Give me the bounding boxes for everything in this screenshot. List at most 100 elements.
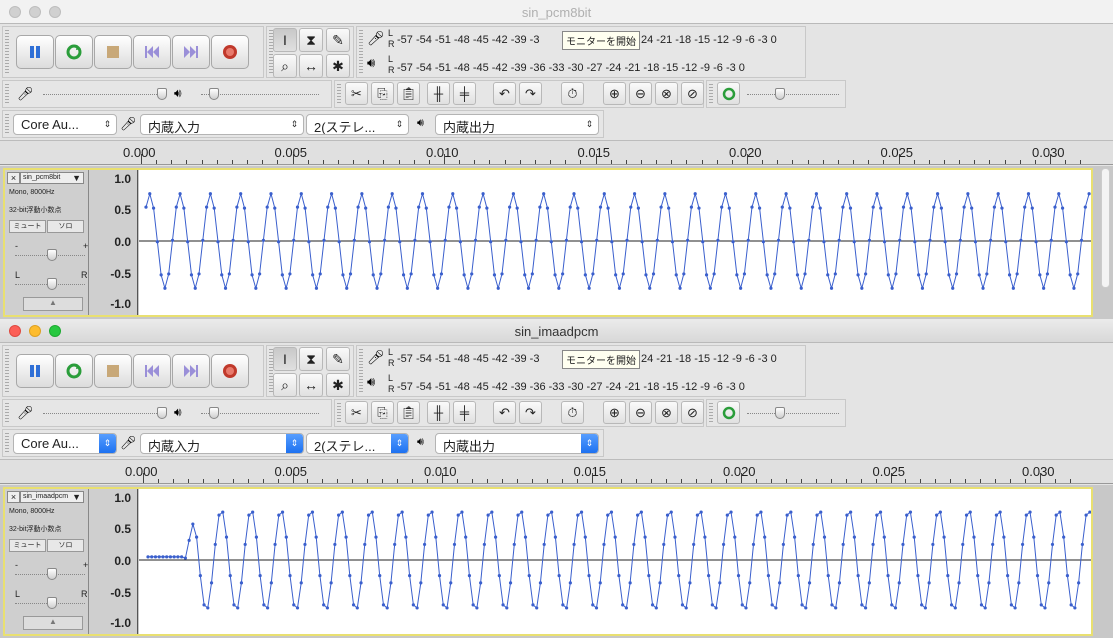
toolbar-grip[interactable] [709,84,713,104]
skip-to-end-button[interactable] [172,354,210,388]
record-meter-mic-icon[interactable]: 🎤︎ [367,30,385,47]
mute-button[interactable]: ミュート [9,539,46,552]
toolbar-grip[interactable] [359,30,363,74]
silence-button[interactable]: ╪ [453,401,476,424]
pan-slider[interactable] [47,278,57,290]
toolbar-grip[interactable] [5,433,9,453]
toolbar-grip[interactable] [337,84,341,104]
playback-meter-scale[interactable]: -57 -54 -51 -48 -45 -42 -39 -36 -33 -30 … [397,381,745,393]
fit-selection-button[interactable]: ⊗ [655,82,678,105]
solo-button[interactable]: ソロ [47,220,84,233]
toolbar-grip[interactable] [5,84,9,104]
draw-tool[interactable]: ✎ [326,28,350,52]
recording-meter-scale-tail[interactable]: 24 -21 -18 -15 -12 -9 -6 -3 0 [641,353,777,365]
input-volume-slider[interactable] [157,407,167,419]
input-volume-slider[interactable] [157,88,167,100]
play-at-speed-button[interactable] [717,401,740,424]
toolbar-grip[interactable] [5,403,9,423]
output-volume-slider[interactable] [209,407,219,419]
paste-button[interactable]: 📋︎ [397,82,420,105]
toolbar-grip[interactable] [709,403,713,423]
input-device-select[interactable]: 内蔵入力 ⇕ [140,114,304,135]
selection-tool[interactable]: I [273,347,297,371]
timeline-ruler[interactable]: 0.000 0.005 0.010 0.015 0.020 0.025 0.030 [0,459,1113,484]
timeshift-tool[interactable]: ↔ [299,54,323,78]
gain-slider[interactable] [47,568,57,580]
undo-button[interactable]: ↶ [493,82,516,105]
gain-slider[interactable] [47,249,57,261]
collapse-track-button[interactable]: ▲ [23,616,83,630]
vertical-scrollbar[interactable] [1101,168,1110,288]
audio-track[interactable]: × sin_imaadpcm ▼ Mono, 8000Hz 32-bit浮動小数点 ミュー… [3,487,1093,636]
play-speed-slider[interactable] [775,88,785,100]
multi-tool[interactable]: ✱ [326,373,350,397]
draw-tool[interactable]: ✎ [326,347,350,371]
output-device-select[interactable]: 内蔵出力 ⇕ [435,114,599,135]
play-speed-slider[interactable] [775,407,785,419]
redo-button[interactable]: ↷ [519,401,542,424]
play-meter-speaker-icon[interactable]: 🔊︎ [367,55,375,71]
envelope-tool[interactable]: ⧗ [299,347,323,371]
fit-selection-button[interactable]: ⊗ [655,401,678,424]
zoom-out-button[interactable]: ⊖ [629,82,652,105]
track-close-button[interactable]: × [7,491,20,503]
record-meter-mic-icon[interactable]: 🎤︎ [367,349,385,366]
copy-button[interactable]: ⎘ [371,401,394,424]
track-close-button[interactable]: × [7,172,20,184]
recording-meter-scale[interactable]: -57 -54 -51 -48 -45 -42 -39 -3 [397,353,539,365]
selection-tool[interactable]: I [273,28,297,52]
loop-button[interactable] [55,354,93,388]
track-name-menu[interactable]: sin_pcm8bit ▼ [20,172,84,184]
waveform-display[interactable] [139,489,1092,634]
record-button[interactable] [211,35,249,69]
output-volume-slider[interactable] [209,88,219,100]
pan-slider[interactable] [47,597,57,609]
copy-button[interactable]: ⎘ [371,82,394,105]
zoom-in-button[interactable]: ⊕ [603,82,626,105]
mute-button[interactable]: ミュート [9,220,46,233]
stop-button[interactable] [94,35,132,69]
play-at-speed-button[interactable] [717,82,740,105]
silence-button[interactable]: ╪ [453,82,476,105]
loop-button[interactable] [55,35,93,69]
cut-button[interactable]: ✂ [345,401,368,424]
toolbar-grip[interactable] [5,114,9,134]
audio-track[interactable]: × sin_pcm8bit ▼ Mono, 8000Hz 32-bit浮動小数点 ミュート… [3,168,1093,317]
output-device-select[interactable]: 内蔵出力 ⇕ [435,433,599,454]
toolbar-grip[interactable] [337,403,341,423]
skip-to-end-button[interactable] [172,35,210,69]
title-bar[interactable]: sin_imaadpcm [0,319,1113,343]
pause-button[interactable] [16,35,54,69]
zoom-in-button[interactable]: ⊕ [603,401,626,424]
input-device-select[interactable]: 内蔵入力 ⇕ [140,433,304,454]
toolbar-grip[interactable] [5,30,9,74]
undo-button[interactable]: ↶ [493,401,516,424]
timeshift-tool[interactable]: ↔ [299,373,323,397]
pause-button[interactable] [16,354,54,388]
multi-tool[interactable]: ✱ [326,54,350,78]
solo-button[interactable]: ソロ [47,539,84,552]
play-meter-speaker-icon[interactable]: 🔊︎ [367,374,375,390]
sync-lock-button[interactable]: ⏱ [561,401,584,424]
sync-lock-button[interactable]: ⏱ [561,82,584,105]
zoom-tool[interactable]: ⌕ [273,54,297,78]
host-select[interactable]: Core Au... ⇕ [13,114,117,135]
zoom-out-button[interactable]: ⊖ [629,401,652,424]
channels-select[interactable]: 2(ステレ... ⇕ [306,114,409,135]
recording-meter-scale[interactable]: -57 -54 -51 -48 -45 -42 -39 -3 [397,34,539,46]
channels-select[interactable]: 2(ステレ... ⇕ [306,433,409,454]
trim-button[interactable]: ╫ [427,82,450,105]
recording-meter-scale-tail[interactable]: 24 -21 -18 -15 -12 -9 -6 -3 0 [641,34,777,46]
playback-meter-scale[interactable]: -57 -54 -51 -48 -45 -42 -39 -36 -33 -30 … [397,62,745,74]
paste-button[interactable]: 📋︎ [397,401,420,424]
host-select[interactable]: Core Au... ⇕ [13,433,117,454]
fit-project-button[interactable]: ⊘ [681,82,704,105]
skip-to-start-button[interactable] [133,35,171,69]
trim-button[interactable]: ╫ [427,401,450,424]
skip-to-start-button[interactable] [133,354,171,388]
collapse-track-button[interactable]: ▲ [23,297,83,311]
envelope-tool[interactable]: ⧗ [299,28,323,52]
toolbar-grip[interactable] [5,349,9,393]
toolbar-grip[interactable] [359,349,363,393]
zoom-tool[interactable]: ⌕ [273,373,297,397]
